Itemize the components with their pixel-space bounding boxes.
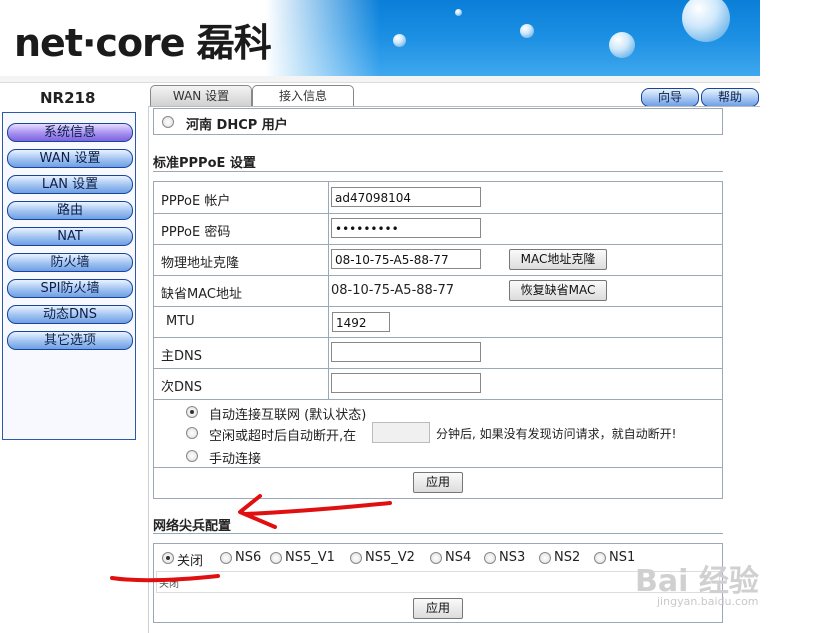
table-row: MTU 1492	[154, 306, 722, 338]
sidebar-item-spi-firewall[interactable]: SPI防火墙	[7, 279, 133, 298]
sentinel-apply-button[interactable]: 应用	[413, 598, 463, 619]
underline-mark	[110, 574, 220, 583]
sentinel-option-ns4-label: NS4	[445, 550, 472, 565]
sidebar-item-system-info[interactable]: 系统信息	[7, 123, 133, 142]
idle-minutes-input[interactable]	[372, 422, 430, 443]
mac-clone-button[interactable]: MAC地址克隆	[509, 249, 607, 270]
pppoe-section-title: 标准PPPoE 设置	[153, 156, 256, 171]
table-row: 次DNS	[154, 368, 722, 400]
baidu-watermark: Bai 经验	[635, 564, 759, 599]
label-cell: 物理地址克隆	[154, 244, 329, 275]
sidebar-item-nat[interactable]: NAT	[7, 227, 133, 246]
idle-disconnect-radio[interactable]	[186, 427, 198, 439]
default-mac-label: 缺省MAC地址	[161, 287, 242, 302]
table-row: 缺省MAC地址 08-10-75-A5-88-77 恢复缺省MAC	[154, 275, 722, 307]
water-drop-decoration	[520, 24, 534, 38]
device-model: NR218	[40, 89, 96, 107]
manual-connect-label: 手动连接	[209, 452, 262, 467]
sentinel-option-ns3-radio[interactable]	[484, 552, 496, 564]
label-cell: 缺省MAC地址	[154, 275, 329, 306]
sidebar-item-lan[interactable]: LAN 设置	[7, 175, 133, 194]
sentinel-option-ns2-label: NS2	[554, 550, 581, 565]
primary-dns-input[interactable]	[331, 342, 481, 362]
water-drop-decoration	[455, 9, 462, 16]
sentinel-option-ns1-label: NS1	[609, 550, 636, 565]
wizard-button[interactable]: 向导	[641, 88, 699, 107]
baidu-watermark-url: jingyan.baidu.com	[657, 595, 759, 608]
header-banner: net·core 磊科	[0, 0, 760, 76]
red-annotation-marks	[110, 494, 392, 583]
sidebar-item-firewall[interactable]: 防火墙	[7, 253, 133, 272]
idle-disconnect-label: 空闲或超时后自动断开,在	[209, 429, 357, 444]
pppoe-password-input[interactable]: •••••••••	[331, 218, 481, 238]
sidebar-item-ddns[interactable]: 动态DNS	[7, 305, 133, 324]
table-row: PPPoE 帐户 ad47098104	[154, 182, 722, 214]
henan-dhcp-option-box: 河南 DHCP 用户	[153, 108, 723, 135]
sidebar-menu: 系统信息 WAN 设置 LAN 设置 路由 NAT 防火墙 SPI防火墙 动态D…	[2, 112, 136, 440]
brand-logo: net·core 磊科	[14, 21, 272, 65]
water-drop-decoration	[682, 0, 730, 42]
label-cell: PPPoE 密码	[154, 213, 329, 244]
table-row: 物理地址克隆 08-10-75-A5-88-77 MAC地址克隆	[154, 244, 722, 276]
sidebar-item-wan[interactable]: WAN 设置	[7, 149, 133, 168]
henan-dhcp-label: 河南 DHCP 用户	[186, 118, 288, 133]
label-cell: 次DNS	[154, 368, 329, 399]
pppoe-password-label: PPPoE 密码	[161, 225, 231, 240]
connection-mode-row: 自动连接互联网 (默认状态) 空闲或超时后自动断开,在 分钟后, 如果没有发现访…	[154, 399, 722, 468]
label-cell: MTU	[154, 306, 329, 337]
pppoe-title-divider	[153, 171, 723, 172]
help-button[interactable]: 帮助	[701, 88, 759, 107]
arrow-shaft	[243, 501, 392, 516]
sidebar-item-other[interactable]: 其它选项	[7, 331, 133, 350]
sentinel-option-ns3-label: NS3	[499, 550, 526, 565]
tab-access-info[interactable]: 接入信息	[252, 85, 354, 107]
water-drop-decoration	[609, 32, 635, 58]
mac-clone-label: 物理地址克隆	[161, 256, 240, 271]
tab-wan-settings[interactable]: WAN 设置	[150, 85, 252, 107]
pppoe-apply-button[interactable]: 应用	[413, 472, 463, 493]
secondary-dns-input[interactable]	[331, 373, 481, 393]
primary-dns-label: 主DNS	[161, 349, 202, 364]
pppoe-account-label: PPPoE 帐户	[161, 194, 231, 209]
pppoe-settings-table: PPPoE 帐户 ad47098104 PPPoE 密码 ••••••••• 物…	[153, 181, 723, 499]
auto-connect-radio[interactable]	[186, 406, 198, 418]
auto-connect-label: 自动连接互联网 (默认状态)	[209, 408, 367, 423]
mac-clone-input[interactable]: 08-10-75-A5-88-77	[331, 249, 481, 269]
henan-dhcp-radio[interactable]	[162, 116, 174, 128]
header-divider	[0, 76, 760, 83]
secondary-dns-label: 次DNS	[161, 380, 202, 395]
sentinel-option-ns4-radio[interactable]	[430, 552, 442, 564]
table-row: 主DNS	[154, 337, 722, 369]
mtu-input[interactable]: 1492	[332, 312, 390, 332]
sidebar-item-route[interactable]: 路由	[7, 201, 133, 220]
table-row: PPPoE 密码 •••••••••	[154, 213, 722, 245]
default-mac-value: 08-10-75-A5-88-77	[331, 283, 455, 298]
restore-default-mac-button[interactable]: 恢复缺省MAC	[509, 280, 607, 301]
water-drop-decoration	[393, 34, 406, 47]
pppoe-account-input[interactable]: ad47098104	[331, 187, 481, 207]
sentinel-option-ns1-radio[interactable]	[594, 552, 606, 564]
idle-disconnect-suffix: 分钟后, 如果没有发现访问请求，就自动断开!	[436, 427, 677, 441]
mtu-label: MTU	[166, 314, 195, 329]
content-top-border	[148, 106, 760, 107]
manual-connect-radio[interactable]	[186, 450, 198, 462]
label-cell: 主DNS	[154, 337, 329, 368]
label-cell: PPPoE 帐户	[154, 182, 329, 213]
sentinel-option-ns2-radio[interactable]	[539, 552, 551, 564]
